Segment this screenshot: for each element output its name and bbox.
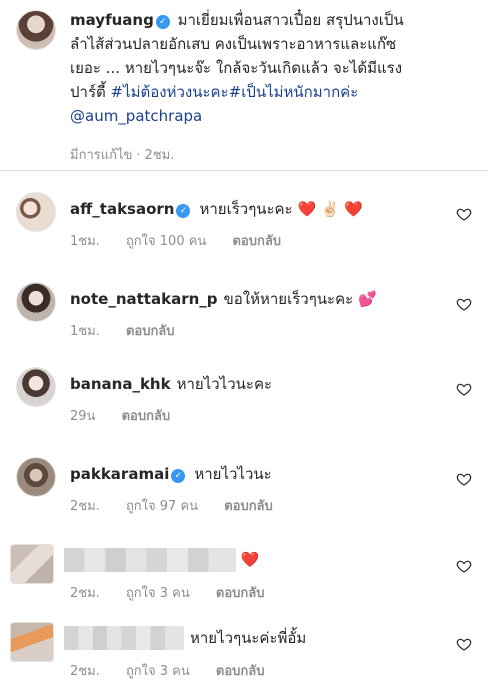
caption-line-3: เยอะ ... หายไวๆนะจ๊ะ ใกล้จะวันเกิดแล้ว จ… <box>70 59 403 77</box>
caption-username[interactable]: mayfuang <box>70 11 154 29</box>
comment-time: 2ชม. <box>70 664 100 679</box>
mention-link[interactable]: @aum_patchrapa <box>70 107 202 125</box>
comment-row: หายไวๆนะค่ะพี่อั้ม 2ชม. ถูกใจ 3 คน ตอบกล… <box>10 620 476 696</box>
heart-outline-icon[interactable] <box>456 296 472 312</box>
comment-row: pakkaramai ✓ หายไวไวนะ 2ชม. ถูกใจ 97 คน ตอ… <box>16 455 476 535</box>
divider <box>0 170 488 171</box>
comment-username[interactable]: note_nattakarn_p <box>70 290 218 308</box>
verified-badge-icon: ✓ <box>171 469 186 483</box>
comment-time: 2ชม. <box>70 586 100 601</box>
avatar[interactable] <box>16 282 56 322</box>
reply-button[interactable]: ตอบกลับ <box>216 664 265 679</box>
comment-username[interactable]: banana_khk <box>70 375 171 393</box>
verified-badge-icon: ✓ <box>155 15 170 29</box>
comment-row: ❤️ 2ชม. ถูกใจ 3 คน ตอบกลับ <box>10 542 476 622</box>
caption-text: mayfuang ✓ มาเยี่ยมเพื่อนสาวเปื๋อย สรุปนา… <box>70 8 475 128</box>
comment-time: 1ชม. <box>70 324 100 339</box>
comment-row: aff_taksaorn ✓ หายเร็วๆนะคะ ❤️ ✌🏻 ❤️ 1ชม. … <box>16 190 476 270</box>
heart-outline-icon[interactable] <box>456 206 472 222</box>
reply-button[interactable]: ตอบกลับ <box>216 586 265 601</box>
comment-emoji: 💕 <box>357 290 377 308</box>
avatar[interactable] <box>16 10 56 50</box>
likes-count[interactable]: ถูกใจ 97 คน <box>126 499 198 514</box>
heart-outline-icon[interactable] <box>456 558 472 574</box>
comment-username[interactable]: aff_taksaorn <box>70 200 174 218</box>
caption-line-2: ลำไส้ส่วนปลายอักเสบ คงเป็นเพราะอาหารและแ… <box>70 35 397 53</box>
avatar[interactable] <box>10 622 54 662</box>
avatar[interactable] <box>10 544 54 584</box>
comment-text: ขอให้หายเร็วๆนะคะ <box>223 290 354 308</box>
avatar[interactable] <box>16 457 56 497</box>
likes-count[interactable]: ถูกใจ 3 คน <box>126 586 190 601</box>
comment-text: หายไวไวนะคะ <box>176 375 273 393</box>
comment-row: note_nattakarn_p ขอให้หายเร็วๆนะคะ 💕 1ชม.… <box>16 280 476 360</box>
comment-text: หายไวไวนะ <box>194 465 272 483</box>
comment-emoji: ❤️ <box>240 550 260 569</box>
hashtag-link[interactable]: #ไม่ต้องห่วงนะคะ#เป็นไม่หนักมากค่ะ <box>111 83 359 101</box>
comment-time: 1ชม. <box>70 234 100 249</box>
likes-count[interactable]: ถูกใจ 3 คน <box>126 664 190 679</box>
heart-outline-icon[interactable] <box>456 636 472 652</box>
reply-button[interactable]: ตอบกลับ <box>224 499 273 514</box>
likes-count[interactable]: ถูกใจ 100 คน <box>126 234 206 249</box>
comment-time: 2ชม. <box>70 499 100 514</box>
heart-outline-icon[interactable] <box>456 381 472 397</box>
caption-time: 2ชม. <box>144 148 175 163</box>
edited-label: มีการแก้ไข <box>70 148 133 163</box>
avatar[interactable] <box>16 367 56 407</box>
reply-button[interactable]: ตอบกลับ <box>232 234 281 249</box>
avatar[interactable] <box>16 192 56 232</box>
caption-meta: มีการแก้ไข · 2ชม. <box>70 148 175 163</box>
comment-row: banana_khk หายไวไวนะคะ 29น ตอบกลับ <box>16 365 476 445</box>
blurred-username <box>64 626 184 650</box>
reply-button[interactable]: ตอบกลับ <box>122 409 171 424</box>
comment-time: 29น <box>70 409 96 424</box>
comment-text: หายไวๆนะค่ะพี่อั้ม <box>190 628 307 647</box>
reply-button[interactable]: ตอบกลับ <box>126 324 175 339</box>
caption-line-4: ปาร์ตี้ <box>70 83 106 101</box>
comment-emoji: ❤️ ✌🏻 ❤️ <box>297 200 364 218</box>
comment-username[interactable]: pakkaramai <box>70 465 169 483</box>
blurred-username <box>64 548 236 572</box>
caption-line-1: มาเยี่ยมเพื่อนสาวเปื๋อย สรุปนางเป็น <box>177 11 404 29</box>
heart-outline-icon[interactable] <box>456 471 472 487</box>
comment-text: หายเร็วๆนะคะ <box>199 200 293 218</box>
verified-badge-icon: ✓ <box>176 204 191 218</box>
